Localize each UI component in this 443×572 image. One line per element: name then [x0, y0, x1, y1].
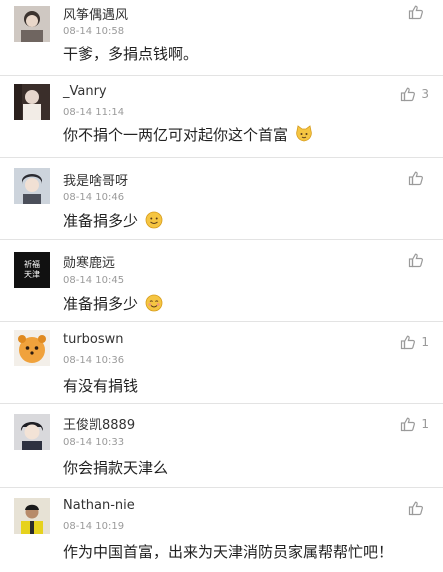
- comment-username[interactable]: turboswn: [63, 332, 124, 347]
- like-button[interactable]: [408, 4, 429, 20]
- thumbs-up-icon: [400, 334, 416, 350]
- thumbs-up-icon: [408, 252, 424, 268]
- thumbs-up-icon: [408, 500, 424, 516]
- comment-text: 准备捐多少: [63, 210, 163, 233]
- comment-text: 有没有捐钱: [63, 377, 139, 395]
- avatar[interactable]: [14, 498, 50, 534]
- avatar[interactable]: 祈福 天津: [14, 252, 50, 288]
- smile-emoji: [145, 211, 163, 233]
- like-count: 3: [421, 87, 429, 101]
- comment-time: 08-14 10:19: [63, 521, 125, 532]
- comment-item: Nathan-nie 08-14 10:19 作为中国首富，出来为天津消防员家属…: [0, 488, 443, 572]
- avatar[interactable]: [14, 168, 50, 204]
- like-button[interactable]: [408, 170, 429, 186]
- comment-time: 08-14 10:46: [63, 192, 125, 203]
- comment-list: 风筝偶遇风 08-14 10:58 干爹，多捐点钱啊。 _Vanry 08-14…: [0, 0, 443, 572]
- avatar[interactable]: [14, 6, 50, 42]
- comment-time: 08-14 10:33: [63, 437, 125, 448]
- comment-text: 准备捐多少: [63, 293, 163, 316]
- thumbs-up-icon: [408, 4, 424, 20]
- avatar-text: 天津: [24, 270, 40, 279]
- like-button[interactable]: [408, 500, 429, 516]
- like-count: 1: [421, 335, 429, 349]
- comment-username[interactable]: Nathan-nie: [63, 498, 135, 513]
- comment-item: turboswn 08-14 10:36 有没有捐钱 1: [0, 322, 443, 404]
- comment-item: 我是啥哥呀 08-14 10:46 准备捐多少: [0, 158, 443, 240]
- like-button[interactable]: 1: [400, 416, 429, 432]
- comment-username[interactable]: 风筝偶遇风: [63, 4, 128, 23]
- comment-time: 08-14 10:45: [63, 275, 125, 286]
- cat-face-emoji: [295, 125, 313, 147]
- comment-text: 干爹，多捐点钱啊。: [63, 45, 199, 63]
- comment-text-content: 你不捐个一两亿可对起你这个首富: [63, 126, 289, 144]
- like-button[interactable]: [408, 252, 429, 268]
- avatar[interactable]: [14, 330, 50, 366]
- comment-item: 祈福 天津 勋寒鹿远 08-14 10:45 准备捐多少: [0, 240, 443, 322]
- comment-item: _Vanry 08-14 11:14 你不捐个一两亿可对起你这个首富 3: [0, 76, 443, 158]
- like-button[interactable]: 3: [400, 86, 429, 102]
- comment-item: 王俊凯8889 08-14 10:33 你会捐款天津么 1: [0, 404, 443, 488]
- avatar[interactable]: [14, 414, 50, 450]
- comment-text-content: 准备捐多少: [63, 212, 139, 230]
- comment-text: 你不捐个一两亿可对起你这个首富: [63, 124, 313, 147]
- comment-username[interactable]: 王俊凯8889: [63, 414, 135, 433]
- thumbs-up-icon: [400, 86, 416, 102]
- blush-emoji: [145, 294, 163, 316]
- comment-item: 风筝偶遇风 08-14 10:58 干爹，多捐点钱啊。: [0, 0, 443, 76]
- comment-text: 你会捐款天津么: [63, 459, 169, 477]
- avatar[interactable]: [14, 84, 50, 120]
- comment-time: 08-14 11:14: [63, 107, 125, 118]
- like-button[interactable]: 1: [400, 334, 429, 350]
- comment-text: 作为中国首富，出来为天津消防员家属帮帮忙吧！: [63, 543, 394, 561]
- comment-text-content: 准备捐多少: [63, 295, 139, 313]
- comment-time: 08-14 10:36: [63, 355, 125, 366]
- comment-username[interactable]: 勋寒鹿远: [63, 252, 115, 271]
- thumbs-up-icon: [408, 170, 424, 186]
- avatar-text: 祈福: [24, 260, 40, 269]
- comment-time: 08-14 10:58: [63, 26, 125, 37]
- comment-username[interactable]: _Vanry: [63, 84, 107, 99]
- like-count: 1: [421, 417, 429, 431]
- comment-username[interactable]: 我是啥哥呀: [63, 170, 128, 189]
- thumbs-up-icon: [400, 416, 416, 432]
